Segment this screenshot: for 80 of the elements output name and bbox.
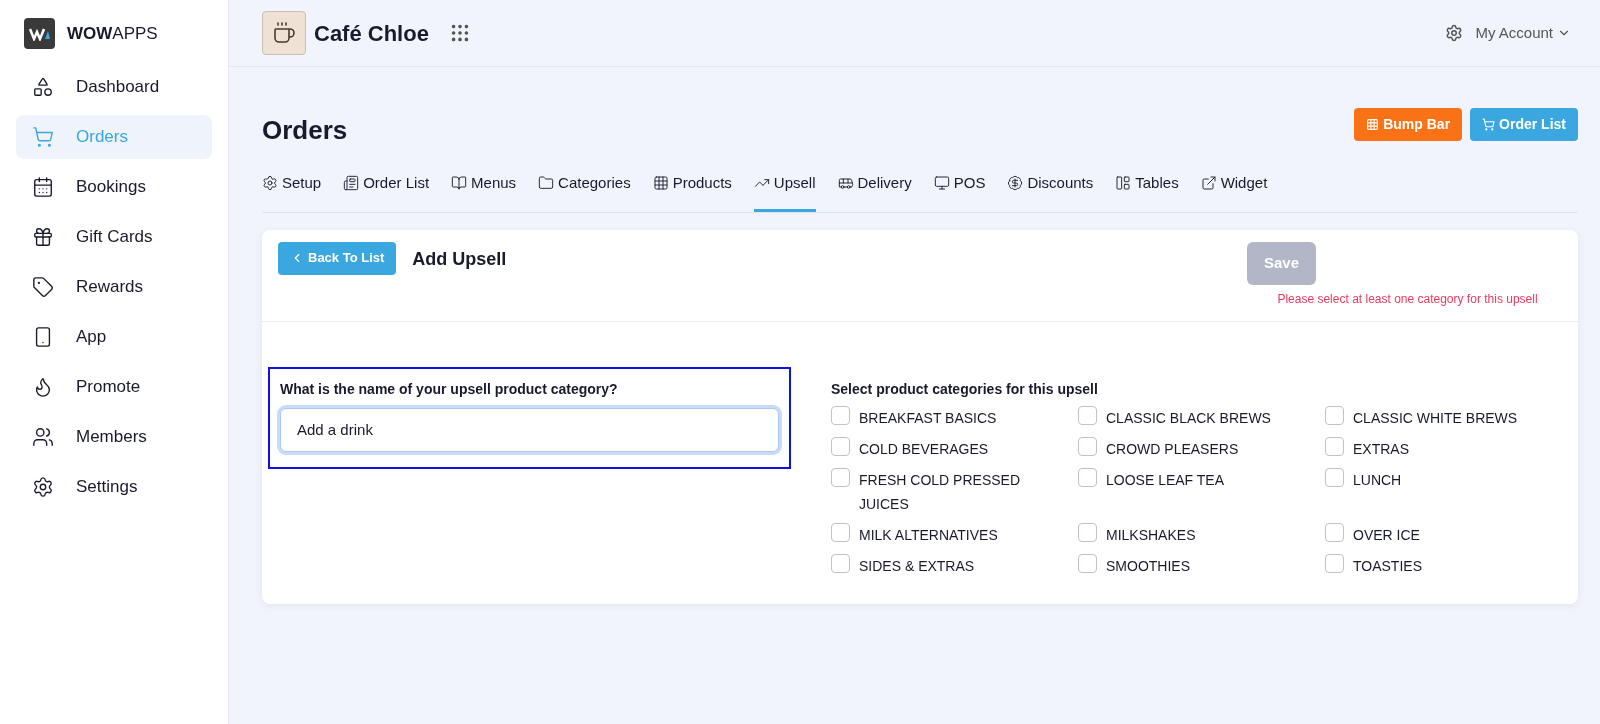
checkbox[interactable] [1325, 405, 1344, 425]
list-icon [343, 175, 360, 192]
checkbox[interactable] [1078, 467, 1097, 487]
tab[interactable]: Widget [1200, 172, 1268, 212]
tab[interactable]: Upsell [753, 172, 816, 212]
checkbox[interactable] [831, 405, 850, 425]
category-label: COLD BEVERAGES [859, 439, 989, 459]
tab[interactable]: Products [652, 172, 732, 212]
checkbox[interactable] [831, 522, 850, 542]
category-label: OVER ICE [1353, 525, 1420, 545]
settings-icon [262, 175, 278, 192]
categories-label: Select product categories for this upsell [831, 379, 1099, 399]
sidebar-item[interactable]: Gift Cards [16, 215, 212, 259]
checkbox[interactable] [1325, 436, 1344, 456]
logo-icon [24, 18, 55, 49]
users-icon [32, 426, 54, 448]
sidebar-item[interactable]: Members [16, 415, 212, 459]
category-label: LUNCH [1353, 470, 1402, 490]
layout-icon [1115, 175, 1132, 192]
tab[interactable]: Delivery [837, 172, 912, 212]
checkbox[interactable] [831, 436, 850, 456]
settings-icon[interactable] [1445, 24, 1464, 42]
category-label: CROWD PLEASERS [1106, 439, 1239, 459]
cart-icon [32, 126, 54, 148]
coffee-cup-icon [272, 21, 296, 45]
category-label: SIDES & EXTRAS [859, 556, 975, 576]
sidebar-item[interactable]: Bookings [16, 165, 212, 209]
tab[interactable]: Discounts [1007, 172, 1094, 212]
tab[interactable]: Categories [538, 172, 631, 212]
account-menu[interactable]: My Account [1475, 21, 1571, 45]
sidebar-item[interactable]: Dashboard [16, 65, 212, 109]
field-label: What is the name of your upsell product category? [280, 379, 619, 399]
calendar-icon [32, 176, 54, 198]
venue-name: Café Chloe [314, 19, 429, 48]
dollar-badge-icon [1007, 175, 1024, 192]
checkbox[interactable] [1325, 467, 1344, 487]
book-icon [451, 175, 468, 192]
category-label: MILKSHAKES [1106, 525, 1196, 545]
checkbox[interactable] [1078, 522, 1097, 542]
category-label: BREAKFAST BASICS [859, 408, 997, 428]
checkbox[interactable] [831, 553, 850, 573]
sidebar-item[interactable]: Promote [16, 365, 212, 409]
category-label: CLASSIC BLACK BREWS [1106, 408, 1271, 428]
tab[interactable]: Tables [1115, 172, 1179, 212]
tab[interactable]: Order List [343, 172, 430, 212]
category-label: SMOOTHIES [1106, 556, 1190, 576]
checkbox[interactable] [1325, 522, 1344, 542]
category-label: FRESH COLD PRESSED JUICES [859, 470, 1022, 514]
sidebar-item[interactable]: Rewards [16, 265, 212, 309]
page-title: Orders [262, 114, 348, 147]
shapes-icon [32, 76, 54, 98]
external-link-icon [1200, 175, 1217, 192]
sidebar-item[interactable]: App [16, 315, 212, 359]
sidebar-item[interactable]: Settings [16, 465, 212, 509]
category-label: TOASTIES [1353, 556, 1422, 576]
tab[interactable]: Menus [451, 172, 517, 212]
monitor-icon [933, 175, 950, 192]
settings-icon [32, 476, 54, 498]
checkbox[interactable] [1078, 405, 1097, 425]
brand-name: WOWAPPS [67, 22, 158, 45]
category-label: EXTRAS [1353, 439, 1409, 459]
grid-icon [652, 175, 669, 192]
category-label: LOOSE LEAF TEA [1106, 470, 1224, 490]
category-label: CLASSIC WHITE BREWS [1353, 408, 1518, 428]
checkbox[interactable] [831, 467, 850, 487]
checkbox[interactable] [1078, 553, 1097, 573]
cart-icon [1482, 118, 1496, 131]
tag-icon [32, 276, 54, 298]
category-label: MILK ALTERNATIVES [859, 525, 998, 545]
tab[interactable]: Setup [262, 172, 322, 212]
checkbox[interactable] [1078, 436, 1097, 456]
folder-icon [538, 175, 555, 192]
card-title: Add Upsell [412, 247, 507, 271]
error-message: Please select at least one category for this upsell [1277, 290, 1538, 308]
tab[interactable]: POS [933, 172, 986, 212]
grid-icon [1366, 118, 1380, 131]
name-input[interactable]: Add a drink [280, 407, 779, 452]
gift-icon [32, 226, 54, 248]
checkbox[interactable] [1325, 553, 1344, 573]
bus-icon [837, 175, 854, 192]
